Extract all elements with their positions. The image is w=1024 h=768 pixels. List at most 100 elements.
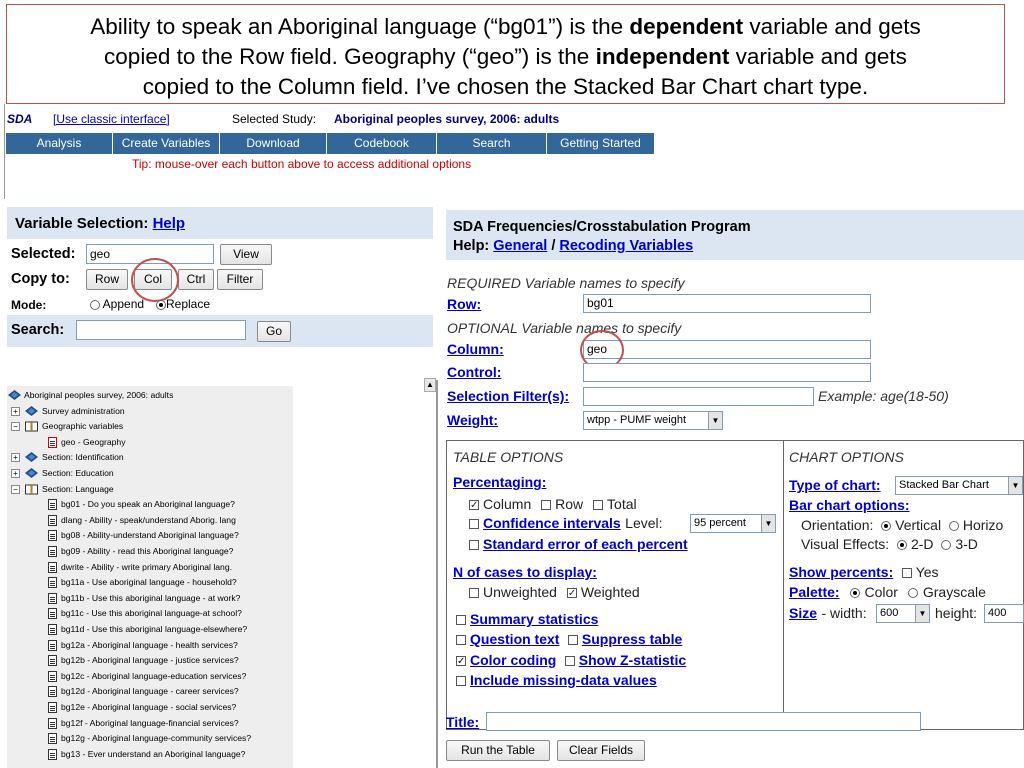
nav-codebook[interactable]: Codebook bbox=[327, 133, 437, 154]
bar-options-link[interactable]: Bar chart options: bbox=[789, 497, 910, 513]
weighted-checkbox[interactable]: ✓ bbox=[566, 588, 577, 599]
unweighted-checkbox[interactable] bbox=[469, 588, 479, 599]
selection-filter-link[interactable]: Selection Filter(s): bbox=[447, 388, 569, 404]
tree-node[interactable]: dwrite - Ability - write primary Aborigi… bbox=[7, 560, 293, 575]
color-coding-checkbox[interactable]: ✓ bbox=[456, 655, 466, 666]
confidence-checkbox[interactable] bbox=[469, 518, 479, 529]
variable-selection-help-link[interactable]: Help bbox=[153, 215, 186, 232]
row-checkbox[interactable] bbox=[541, 500, 552, 511]
view-button[interactable]: View bbox=[220, 244, 272, 265]
collapse-icon[interactable]: − bbox=[11, 422, 20, 432]
question-link[interactable]: Question text bbox=[470, 631, 559, 647]
expand-icon[interactable]: + bbox=[11, 469, 20, 478]
nav-analysis[interactable]: Analysis bbox=[6, 133, 113, 154]
chart-type-select[interactable]: Stacked Bar Chart ▼ bbox=[895, 476, 1023, 495]
percentaging-link[interactable]: Percentaging: bbox=[453, 474, 546, 490]
help-recoding-link[interactable]: Recoding Variables bbox=[559, 238, 693, 254]
selection-filter-field[interactable] bbox=[583, 387, 814, 406]
tree-node[interactable]: + Section: Identification bbox=[7, 450, 293, 465]
std-error-link[interactable]: Standard error of each percent bbox=[483, 536, 688, 552]
summary-checkbox[interactable] bbox=[456, 614, 466, 625]
n-cases-link[interactable]: N of cases to display: bbox=[453, 564, 597, 580]
column-checkbox[interactable]: ✓ bbox=[469, 500, 479, 511]
tree-node[interactable]: + Section: Education bbox=[7, 466, 293, 481]
tree-node[interactable]: dlang - Ability - speak/understand Abori… bbox=[7, 513, 293, 528]
help-general-link[interactable]: General bbox=[493, 238, 547, 254]
mode-replace-option[interactable]: Replace bbox=[156, 297, 210, 311]
tree-node[interactable]: bg12f - Aboriginal language-financial se… bbox=[7, 716, 293, 731]
scroll-up-arrow[interactable]: ▲ bbox=[424, 378, 436, 392]
chart-type-link[interactable]: Type of chart: bbox=[789, 477, 881, 493]
question-checkbox[interactable] bbox=[456, 634, 466, 645]
color-radio[interactable] bbox=[850, 587, 861, 598]
tree-node[interactable]: bg12e - Aboriginal language - social ser… bbox=[7, 700, 293, 715]
vertical-radio[interactable] bbox=[881, 521, 892, 532]
missing-link[interactable]: Include missing-data values bbox=[470, 672, 657, 688]
nav-search[interactable]: Search bbox=[437, 133, 547, 154]
tree-node[interactable]: bg11c - Use this aboriginal language-at … bbox=[7, 606, 293, 621]
copy-row-button[interactable]: Row bbox=[86, 269, 128, 290]
clear-fields-button[interactable]: Clear Fields bbox=[557, 740, 645, 761]
show-percents-checkbox[interactable] bbox=[901, 567, 912, 578]
column-field[interactable]: geo bbox=[583, 340, 871, 359]
scrollbar-track[interactable] bbox=[436, 380, 438, 768]
tree-node[interactable]: bg12g - Aboriginal language-community se… bbox=[7, 731, 293, 746]
tree-node[interactable]: bg12a - Aboriginal language - health ser… bbox=[7, 638, 293, 653]
level-select[interactable]: 95 percent ▼ bbox=[690, 514, 776, 533]
column-link[interactable]: Column: bbox=[447, 341, 504, 357]
weight-select[interactable]: wtpp - PUMF weight ▼ bbox=[583, 411, 723, 430]
collapse-icon[interactable]: − bbox=[11, 484, 20, 494]
row-field[interactable]: bg01 bbox=[583, 294, 871, 313]
total-checkbox[interactable] bbox=[593, 500, 604, 511]
search-input[interactable] bbox=[76, 320, 246, 340]
title-field[interactable] bbox=[486, 712, 921, 731]
copy-ctrl-button[interactable]: Ctrl bbox=[178, 269, 214, 290]
2d-radio[interactable] bbox=[897, 540, 908, 551]
tree-node[interactable]: bg11a - Use aboriginal language - househ… bbox=[7, 575, 293, 590]
suppress-link[interactable]: Suppress table bbox=[582, 631, 682, 647]
3d-radio[interactable] bbox=[941, 540, 952, 551]
row-link[interactable]: Row: bbox=[447, 296, 481, 312]
tree-node[interactable]: bg12d - Aboriginal language - career ser… bbox=[7, 684, 293, 699]
palette-link[interactable]: Palette: bbox=[789, 584, 840, 600]
tree-node[interactable]: bg09 - Ability - read this Aboriginal la… bbox=[7, 544, 293, 559]
std-error-checkbox[interactable] bbox=[469, 539, 479, 550]
summary-link[interactable]: Summary statistics bbox=[470, 611, 598, 627]
title-link[interactable]: Title: bbox=[446, 714, 479, 730]
tree-node[interactable]: bg08 - Ability-understand Aboriginal lan… bbox=[7, 528, 293, 543]
height-select[interactable]: 400 bbox=[984, 604, 1024, 623]
copy-filter-button[interactable]: Filter bbox=[217, 269, 263, 290]
horizontal-radio[interactable] bbox=[948, 521, 959, 532]
tree-node[interactable]: geo - Geography bbox=[7, 435, 293, 450]
tree-node[interactable]: bg12b - Aboriginal language - justice se… bbox=[7, 653, 293, 668]
tree-node[interactable]: Aboriginal peoples survey, 2006: adults bbox=[7, 388, 293, 403]
missing-checkbox[interactable] bbox=[456, 675, 466, 686]
nav-create-variables[interactable]: Create Variables bbox=[113, 133, 220, 154]
control-field[interactable] bbox=[583, 363, 871, 382]
expand-icon[interactable]: + bbox=[11, 453, 20, 463]
tree-node[interactable]: + Survey administration bbox=[7, 404, 293, 419]
show-percents-link[interactable]: Show percents: bbox=[789, 564, 893, 580]
tree-node[interactable]: bg13 - Ever understand an Aboriginal lan… bbox=[7, 747, 293, 762]
size-link[interactable]: Size bbox=[789, 605, 817, 621]
width-select[interactable]: 600 ▼ bbox=[876, 604, 930, 623]
suppress-checkbox[interactable] bbox=[567, 634, 578, 645]
tree-node[interactable]: − Geographic variables bbox=[7, 419, 293, 434]
mode-append-option[interactable]: Append bbox=[90, 297, 144, 311]
confidence-link[interactable]: Confidence intervals bbox=[483, 515, 621, 531]
tree-node[interactable]: bg11d - Use this aboriginal language-els… bbox=[7, 622, 293, 637]
z-stat-link[interactable]: Show Z-statistic bbox=[579, 652, 686, 668]
replace-radio[interactable] bbox=[156, 299, 166, 310]
tree-node[interactable]: bg01 - Do you speak an Aboriginal langua… bbox=[7, 497, 293, 512]
color-coding-link[interactable]: Color coding bbox=[470, 652, 556, 668]
nav-getting-started[interactable]: Getting Started bbox=[547, 133, 654, 154]
append-radio[interactable] bbox=[90, 299, 100, 310]
weight-link[interactable]: Weight: bbox=[447, 412, 498, 428]
grayscale-radio[interactable] bbox=[908, 587, 919, 598]
go-button[interactable]: Go bbox=[257, 321, 291, 342]
z-stat-checkbox[interactable] bbox=[564, 655, 575, 666]
tree-node[interactable]: bg11b - Use this aboriginal language - a… bbox=[7, 591, 293, 606]
classic-interface-link[interactable]: [Use classic interface] bbox=[53, 112, 170, 126]
tree-node[interactable]: bg12c - Aboriginal language-education se… bbox=[7, 669, 293, 684]
control-link[interactable]: Control: bbox=[447, 364, 501, 380]
